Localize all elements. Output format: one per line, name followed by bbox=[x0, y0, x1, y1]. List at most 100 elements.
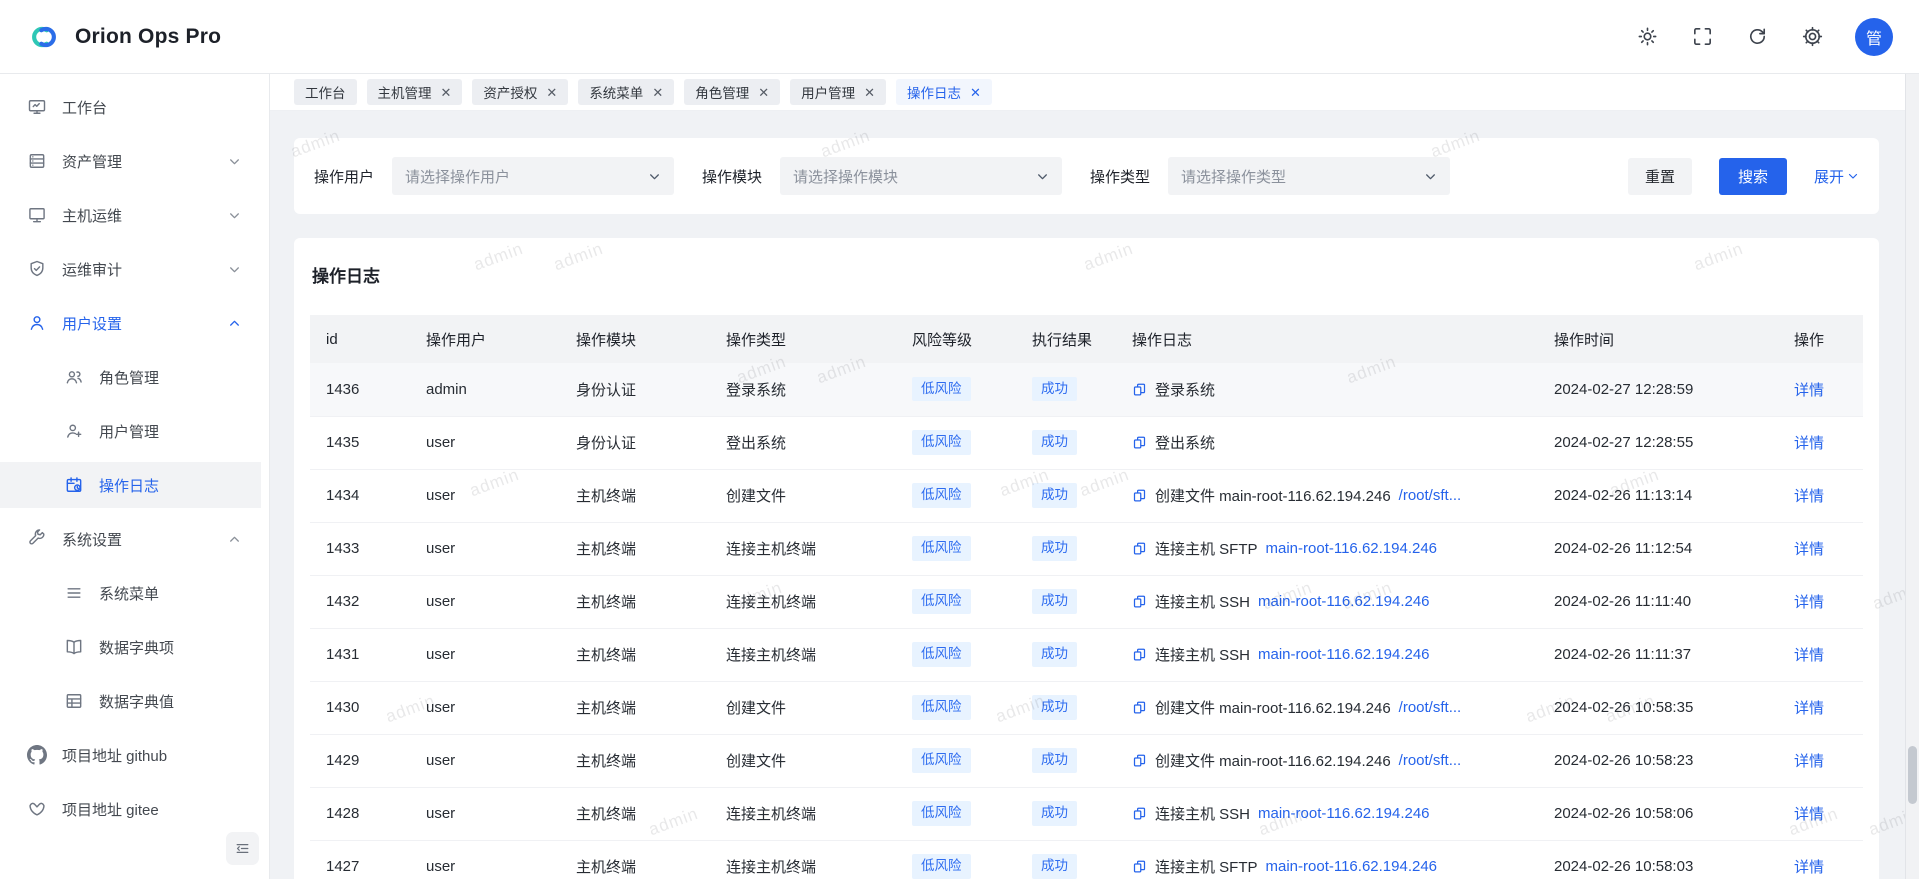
cell-module: 身份认证 bbox=[560, 363, 710, 416]
expand-toggle[interactable]: 展开 bbox=[1814, 166, 1859, 187]
copy-icon[interactable] bbox=[1132, 647, 1147, 662]
detail-link[interactable]: 详情 bbox=[1794, 753, 1824, 770]
cell-module: 主机终端 bbox=[560, 734, 710, 787]
cell-module: 主机终端 bbox=[560, 575, 710, 628]
cell-risk: 低风险 bbox=[896, 787, 1016, 840]
tab-close-icon[interactable]: ✕ bbox=[652, 86, 663, 99]
copy-icon[interactable] bbox=[1132, 435, 1147, 450]
detail-link[interactable]: 详情 bbox=[1794, 594, 1824, 611]
user-avatar[interactable]: 管 bbox=[1855, 18, 1893, 56]
tab-item[interactable]: 系统菜单✕ bbox=[578, 79, 674, 105]
settings-button[interactable] bbox=[1800, 24, 1825, 49]
tab-item[interactable]: 用户管理 ✕ bbox=[790, 79, 886, 105]
sidebar-item[interactable]: 项目地址 github bbox=[0, 732, 261, 778]
system-settings-icon bbox=[27, 529, 47, 549]
scrollbar-thumb[interactable] bbox=[1908, 746, 1917, 804]
cell-user: user bbox=[410, 734, 560, 787]
sidebar-collapse-button[interactable] bbox=[226, 832, 259, 865]
chevron-down-icon bbox=[1424, 170, 1437, 183]
log-link[interactable]: main-root-116.62.194.246 bbox=[1258, 593, 1430, 610]
log-text: 连接主机 SSH bbox=[1155, 803, 1250, 824]
sidebar-item-label: 工作台 bbox=[62, 97, 107, 118]
sidebar-item[interactable]: 工作台 bbox=[0, 84, 261, 130]
copy-icon[interactable] bbox=[1132, 700, 1147, 715]
sidebar-item[interactable]: 项目地址 gitee bbox=[0, 786, 261, 832]
sun-icon bbox=[1636, 25, 1659, 48]
tab-item[interactable]: 工作台 bbox=[294, 79, 357, 105]
cell-user: user bbox=[410, 575, 560, 628]
log-link[interactable]: main-root-116.62.194.246 bbox=[1266, 858, 1438, 875]
tab-label: 主机管理 bbox=[378, 82, 432, 102]
cell-log: 连接主机 SFTP main-root-116.62.194.246 bbox=[1116, 522, 1538, 575]
log-link[interactable]: main-root-116.62.194.246 bbox=[1258, 805, 1430, 822]
sidebar-item[interactable]: 操作日志 bbox=[0, 462, 261, 508]
cell-risk: 低风险 bbox=[896, 681, 1016, 734]
log-text: 创建文件 main-root-116.62.194.246 bbox=[1155, 485, 1391, 506]
tab-close-icon[interactable]: ✕ bbox=[970, 86, 981, 99]
sidebar-item[interactable]: 用户管理 bbox=[0, 408, 261, 454]
detail-link[interactable]: 详情 bbox=[1794, 806, 1824, 823]
tab-item[interactable]: 资产授权✕ bbox=[472, 79, 568, 105]
log-link[interactable]: /root/sft... bbox=[1399, 487, 1462, 504]
cell-risk: 低风险 bbox=[896, 469, 1016, 522]
detail-link[interactable]: 详情 bbox=[1794, 488, 1824, 505]
filter-select[interactable]: 请选择操作类型 bbox=[1168, 157, 1450, 195]
sidebar-item[interactable]: 系统菜单 bbox=[0, 570, 261, 616]
refresh-icon bbox=[1746, 25, 1769, 48]
copy-icon[interactable] bbox=[1132, 541, 1147, 556]
log-text: 连接主机 SSH bbox=[1155, 644, 1250, 665]
filter-select[interactable]: 请选择操作用户 bbox=[392, 157, 674, 195]
copy-icon[interactable] bbox=[1132, 859, 1147, 874]
log-link[interactable]: /root/sft... bbox=[1399, 699, 1462, 716]
cell-module: 主机终端 bbox=[560, 628, 710, 681]
detail-link[interactable]: 详情 bbox=[1794, 382, 1824, 399]
copy-icon[interactable] bbox=[1132, 382, 1147, 397]
detail-link[interactable]: 详情 bbox=[1794, 700, 1824, 717]
sidebar-item[interactable]: 运维审计 bbox=[0, 246, 261, 292]
sidebar-item[interactable]: 系统设置 bbox=[0, 516, 261, 562]
cell-log: 连接主机 SFTP main-root-116.62.194.246 bbox=[1116, 840, 1538, 879]
cell-module: 主机终端 bbox=[560, 681, 710, 734]
theme-toggle-button[interactable] bbox=[1635, 24, 1660, 49]
cell-time: 2024-02-26 11:11:37 bbox=[1538, 628, 1778, 681]
copy-icon[interactable] bbox=[1132, 753, 1147, 768]
search-button[interactable]: 搜索 bbox=[1719, 158, 1787, 195]
sidebar-item[interactable]: 角色管理 bbox=[0, 354, 261, 400]
sidebar-item[interactable]: 资产管理 bbox=[0, 138, 261, 184]
tab-item[interactable]: 角色管理✕ bbox=[684, 79, 780, 105]
filter-select[interactable]: 请选择操作模块 bbox=[780, 157, 1062, 195]
cell-action: 详情 bbox=[1778, 522, 1863, 575]
sidebar-item[interactable]: 数据字典项 bbox=[0, 624, 261, 670]
copy-icon[interactable] bbox=[1132, 806, 1147, 821]
sidebar-item[interactable]: 主机运维 bbox=[0, 192, 261, 238]
tab-item[interactable]: 操作日志✕ bbox=[896, 79, 992, 105]
detail-link[interactable]: 详情 bbox=[1794, 647, 1824, 664]
log-link[interactable]: main-root-116.62.194.246 bbox=[1266, 540, 1438, 557]
copy-icon[interactable] bbox=[1132, 488, 1147, 503]
log-link[interactable]: main-root-116.62.194.246 bbox=[1258, 646, 1430, 663]
tab-item[interactable]: 主机管理 ✕ bbox=[367, 79, 463, 105]
tab-close-icon[interactable]: ✕ bbox=[758, 86, 769, 99]
copy-icon[interactable] bbox=[1132, 594, 1147, 609]
tab-label: 用户管理 bbox=[801, 82, 855, 102]
sidebar-item[interactable]: 用户设置 bbox=[0, 300, 261, 346]
tab-close-icon[interactable]: ✕ bbox=[441, 86, 452, 99]
tab-close-icon[interactable]: ✕ bbox=[864, 86, 875, 99]
refresh-button[interactable] bbox=[1745, 24, 1770, 49]
cell-time: 2024-02-26 11:11:40 bbox=[1538, 575, 1778, 628]
chevron-down-icon bbox=[228, 155, 241, 168]
tab-close-icon[interactable]: ✕ bbox=[546, 86, 557, 99]
filter-field: 操作用户请选择操作用户 bbox=[314, 157, 674, 195]
reset-button[interactable]: 重置 bbox=[1628, 158, 1692, 195]
table-row: 1429user主机终端创建文件低风险成功创建文件 main-root-116.… bbox=[310, 734, 1863, 787]
sidebar-item[interactable]: 数据字典值 bbox=[0, 678, 261, 724]
sidebar-item-label: 系统菜单 bbox=[99, 583, 159, 604]
detail-link[interactable]: 详情 bbox=[1794, 541, 1824, 558]
filter-bar: 操作用户请选择操作用户操作模块请选择操作模块操作类型请选择操作类型 重置 搜索 … bbox=[294, 138, 1879, 214]
fullscreen-button[interactable] bbox=[1690, 24, 1715, 49]
detail-link[interactable]: 详情 bbox=[1794, 859, 1824, 876]
detail-link[interactable]: 详情 bbox=[1794, 435, 1824, 452]
page-scrollbar[interactable] bbox=[1905, 74, 1919, 879]
cell-result: 成功 bbox=[1016, 363, 1116, 416]
log-link[interactable]: /root/sft... bbox=[1399, 752, 1462, 769]
